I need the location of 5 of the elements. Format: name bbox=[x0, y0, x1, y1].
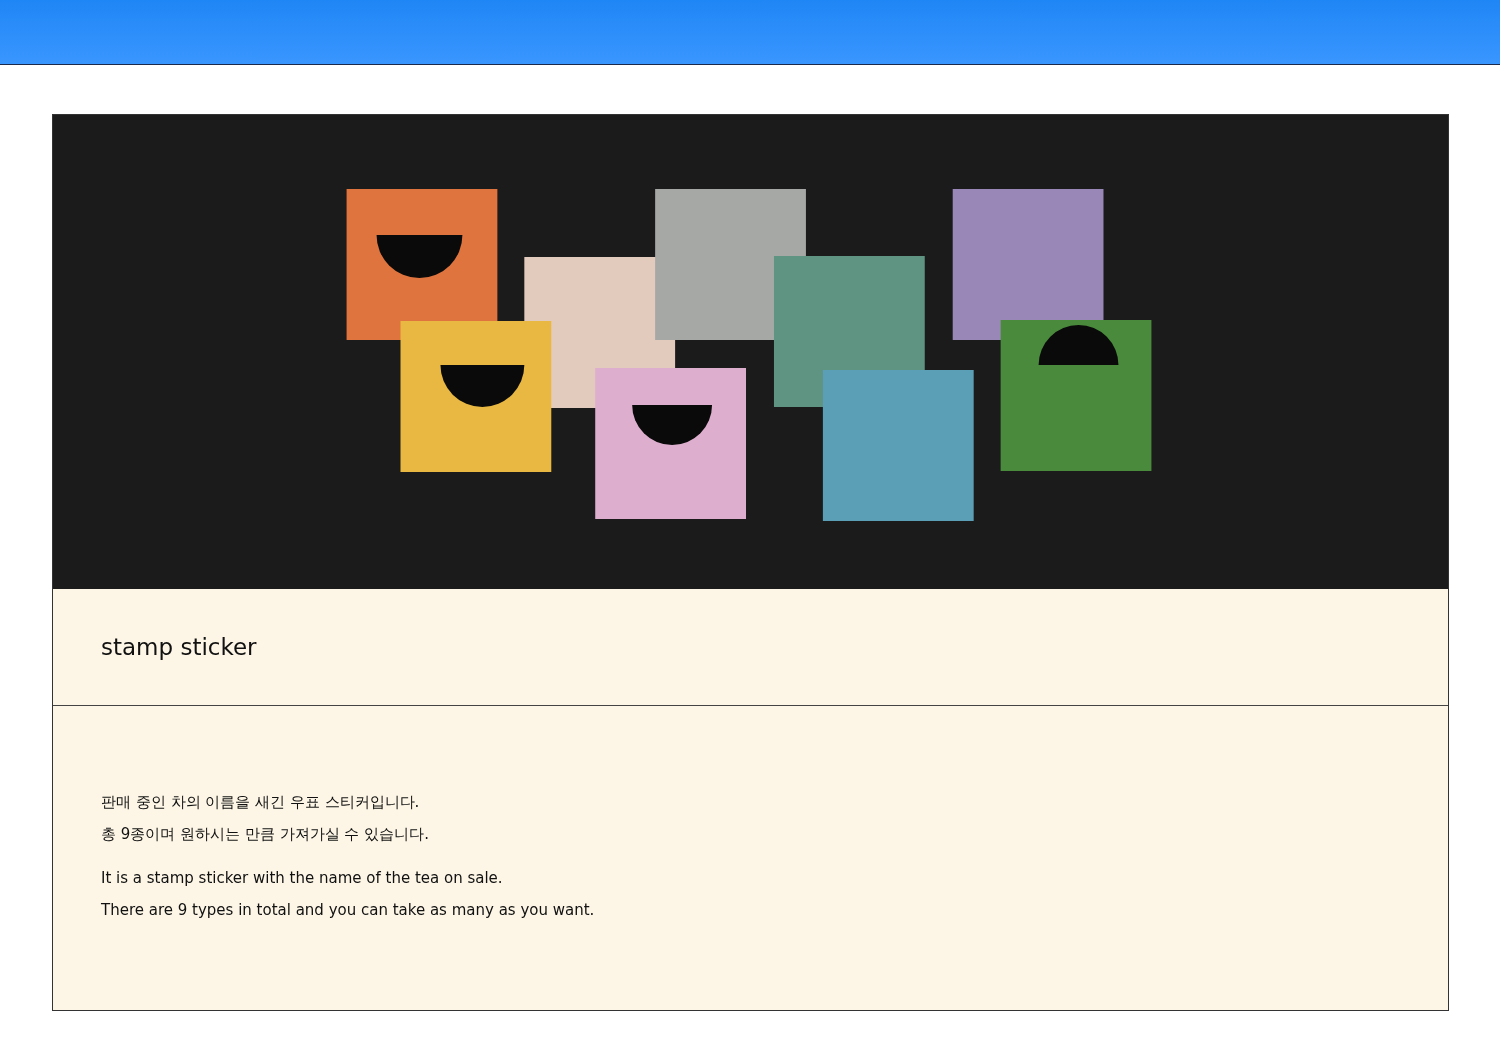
description-line: There are 9 types in total and you can take as many as you want. bbox=[101, 900, 596, 921]
description-line: 판매 중인 차의 이름을 새긴 우표 스티커입니다. bbox=[101, 792, 421, 813]
description-line: It is a stamp sticker with the name of the tea on sale. bbox=[101, 868, 504, 889]
section-title: stamp sticker bbox=[101, 634, 257, 660]
description-line: 총 9종이며 원하시는 만큼 가져가실 수 있습니다. bbox=[101, 824, 430, 845]
